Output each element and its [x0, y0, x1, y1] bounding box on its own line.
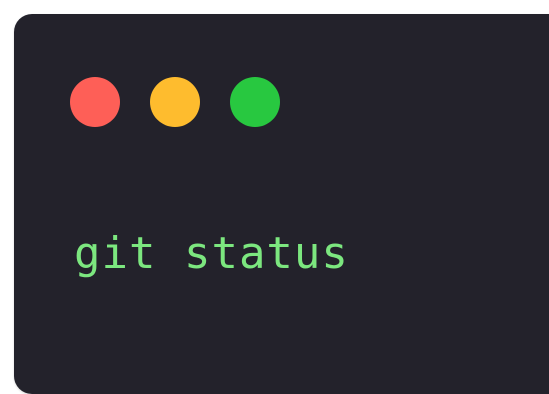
minimize-button[interactable]	[150, 77, 200, 127]
window-controls	[70, 77, 280, 127]
close-button[interactable]	[70, 77, 120, 127]
terminal-window: git status	[14, 14, 549, 394]
terminal-command: git status	[74, 228, 349, 279]
maximize-button[interactable]	[230, 77, 280, 127]
